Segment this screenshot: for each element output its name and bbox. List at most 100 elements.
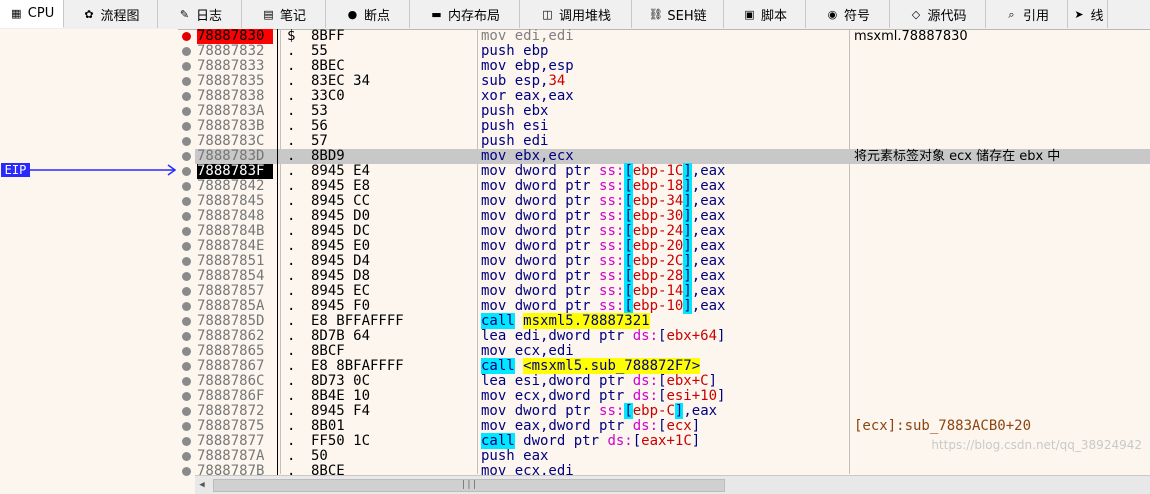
- flag-cell: .: [287, 223, 296, 239]
- breakpoint-dot-icon[interactable]: [182, 62, 191, 71]
- address-cell: 78887867: [197, 358, 265, 374]
- breakpoint-dot-icon[interactable]: [182, 422, 191, 431]
- breakpoint-dot-icon[interactable]: [182, 77, 191, 86]
- instruction-row[interactable]: 7888785D. E8 BFFAFFFF call msxml5.78887321: [195, 313, 1150, 329]
- address-cell: 78887851: [197, 253, 265, 269]
- disasm-token: mov ecx,edi: [481, 343, 574, 359]
- breakpoint-dot-icon[interactable]: [182, 47, 191, 56]
- breakpoint-dot-icon[interactable]: [182, 212, 191, 221]
- breakpoint-dot-icon[interactable]: [182, 317, 191, 326]
- instruction-row[interactable]: 7888783F. 8945 E4 mov dword ptr ss:[ebp-1C…: [195, 163, 1150, 179]
- breakpoint-dot-icon[interactable]: [182, 242, 191, 251]
- breakpoint-dot-icon[interactable]: [182, 182, 191, 191]
- breakpoint-dot-icon[interactable]: [182, 257, 191, 266]
- tab-source-code[interactable]: ◇ 源代码: [890, 0, 986, 28]
- scroll-left-icon[interactable]: ◀: [195, 479, 209, 491]
- instruction-row[interactable]: 78887872. 8945 F4 mov dword ptr ss:[ebp-C]…: [195, 403, 1150, 419]
- tab-references[interactable]: ⌕ 引用: [986, 0, 1068, 28]
- instruction-row[interactable]: 78887865. 8BCF mov ecx,edi: [195, 344, 1150, 359]
- cpu-disassembly-view[interactable]: EIP 78887830 $8BFF mov edi,edi msxml.788878…: [0, 29, 1150, 479]
- breakpoint-dot-icon[interactable]: [182, 332, 191, 341]
- instruction-row[interactable]: 7888785A. 8945 F0 mov dword ptr ss:[ebp-10…: [195, 298, 1150, 314]
- bytes-cell: 8D73 0C: [311, 373, 371, 389]
- tab-threads[interactable]: ➤ 线: [1068, 0, 1108, 28]
- instruction-row[interactable]: 7888786C. 8D73 0C lea esi,dword ptr ds:[eb…: [195, 374, 1150, 389]
- tab-seh-chain[interactable]: ⛓ SEH链: [632, 0, 724, 28]
- breakpoint-dot-icon[interactable]: [182, 92, 191, 101]
- tab-call-stack[interactable]: ◫ 调用堆栈: [520, 0, 632, 28]
- disassembly-cell: mov dword ptr ss:[ebp-28],eax: [481, 268, 725, 284]
- disasm-token: mov dword ptr: [481, 268, 600, 284]
- instruction-row[interactable]: 7888783A. 53 push ebx: [195, 104, 1150, 119]
- instruction-row[interactable]: 78887848. 8945 D0 mov dword ptr ss:[ebp-30…: [195, 208, 1150, 224]
- row-separator: [277, 89, 278, 104]
- address-cell: 78887877: [197, 433, 265, 449]
- tab-flowchart[interactable]: ✿ 流程图: [64, 0, 158, 28]
- instruction-row[interactable]: 78887833. 8BEC mov ebp,esp: [195, 59, 1150, 74]
- instruction-row[interactable]: 78887875. 8B01 mov eax,dword ptr ds:[ecx] […: [195, 419, 1150, 434]
- instruction-row[interactable]: 78887857. 8945 EC mov dword ptr ss:[ebp-14…: [195, 283, 1150, 299]
- instruction-row[interactable]: 78887854. 8945 D8 mov dword ptr ss:[ebp-28…: [195, 268, 1150, 284]
- instruction-row[interactable]: 78887867. E8 8BFAFFFF call <msxml5.sub_788…: [195, 358, 1150, 374]
- tab-notes[interactable]: ▤ 笔记: [242, 0, 326, 28]
- breakpoint-dot-icon[interactable]: [182, 302, 191, 311]
- breakpoint-dot-icon[interactable]: [182, 137, 191, 146]
- bytes-cell: 83EC 34: [311, 73, 371, 89]
- tab-log[interactable]: ✎ 日志: [158, 0, 242, 28]
- instruction-row[interactable]: 7888784B. 8945 DC mov dword ptr ss:[ebp-24…: [195, 223, 1150, 239]
- horizontal-scrollbar[interactable]: ◀ |||: [195, 475, 1150, 494]
- address-cell: 7888784B: [197, 223, 265, 239]
- instruction-row[interactable]: 78887845. 8945 CC mov dword ptr ss:[ebp-34…: [195, 193, 1150, 209]
- instruction-row[interactable]: 78887830 $8BFF mov edi,edi msxml.78887830: [195, 29, 1150, 44]
- instruction-row[interactable]: 78887862. 8D7B 64 lea edi,dword ptr ds:[eb…: [195, 329, 1150, 344]
- disassembly-cell: push eax: [481, 449, 548, 464]
- tab-cpu[interactable]: ▦ CPU: [0, 0, 64, 28]
- instruction-row[interactable]: 7888784E. 8945 E0 mov dword ptr ss:[ebp-20…: [195, 238, 1150, 254]
- scrollbar-thumb[interactable]: |||: [213, 479, 725, 492]
- instruction-row[interactable]: 7888783B. 56 push esi: [195, 119, 1150, 134]
- instruction-row[interactable]: 7888783C. 57 push edi: [195, 134, 1150, 149]
- tab-script[interactable]: ▣ 脚本: [724, 0, 806, 28]
- tab-breakpoint[interactable]: ● 断点: [326, 0, 410, 28]
- row-separator: [277, 419, 278, 434]
- instruction-row[interactable]: 7888783D. 8BD9 mov ebx,ecx 将元素标签对象 ecx 储存在 …: [195, 149, 1150, 164]
- breakpoint-dot-icon[interactable]: [182, 347, 191, 356]
- breakpoint-dot-icon[interactable]: [182, 167, 191, 176]
- breakpoint-dot-icon[interactable]: [182, 452, 191, 461]
- tab-label: 源代码: [927, 8, 967, 24]
- breakpoint-dot-icon[interactable]: [182, 377, 191, 386]
- memory-map-icon: ▬: [431, 7, 442, 21]
- address-cell: 78887838: [197, 88, 265, 104]
- instruction-row[interactable]: 78887838. 33C0 xor eax,eax: [195, 89, 1150, 104]
- breakpoint-dot-icon[interactable]: [182, 392, 191, 401]
- tab-memory-map[interactable]: ▬ 内存布局: [410, 0, 520, 28]
- disasm-token: msxml5.78887321: [523, 313, 650, 329]
- threads-icon: ➤: [1074, 7, 1084, 21]
- bytes-cell: 56: [311, 118, 328, 134]
- breakpoint-dot-icon[interactable]: [182, 407, 191, 416]
- breakpoint-dot-icon[interactable]: [182, 32, 191, 41]
- disassembly-cell: mov eax,dword ptr ds:[ecx]: [481, 419, 700, 434]
- breakpoint-dot-icon[interactable]: [182, 122, 191, 131]
- disasm-token: ]: [683, 283, 692, 299]
- disasm-token: sub esp,: [481, 73, 549, 89]
- disassembly-cell: mov dword ptr ss:[ebp-20],eax: [481, 238, 725, 254]
- instruction-row[interactable]: 78887842. 8945 E8 mov dword ptr ss:[ebp-18…: [195, 178, 1150, 194]
- disassembly-cell: sub esp,34: [481, 74, 565, 89]
- breakpoint-dot-icon[interactable]: [182, 437, 191, 446]
- instruction-row[interactable]: 78887835. 83EC 34 sub esp,34: [195, 74, 1150, 89]
- breakpoint-dot-icon[interactable]: [182, 467, 191, 476]
- instruction-row[interactable]: 78887851. 8945 D4 mov dword ptr ss:[ebp-2C…: [195, 253, 1150, 269]
- eip-label: EIP: [1, 163, 30, 177]
- tab-symbols[interactable]: ◉ 符号: [806, 0, 890, 28]
- breakpoint-dot-icon[interactable]: [182, 152, 191, 161]
- breakpoint-dot-icon[interactable]: [182, 197, 191, 206]
- breakpoint-dot-icon[interactable]: [182, 362, 191, 371]
- instruction-row[interactable]: 7888786F. 8B4E 10 mov ecx,dword ptr ds:[es…: [195, 389, 1150, 404]
- instruction-row[interactable]: 78887832. 55 push ebp: [195, 44, 1150, 59]
- breakpoint-dot-icon[interactable]: [182, 287, 191, 296]
- breakpoint-dot-icon[interactable]: [182, 107, 191, 116]
- breakpoint-dot-icon[interactable]: [182, 227, 191, 236]
- bytes-cell: 53: [311, 103, 328, 119]
- breakpoint-dot-icon[interactable]: [182, 272, 191, 281]
